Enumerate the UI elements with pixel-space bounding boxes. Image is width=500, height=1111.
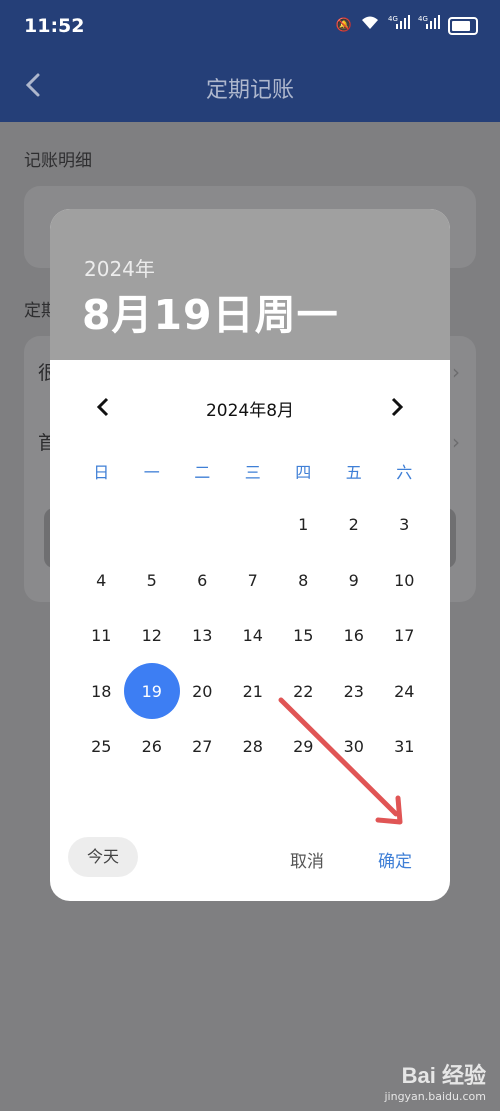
calendar-day[interactable]: 16 (329, 608, 380, 664)
section-label-details: 记账明细 (24, 151, 92, 171)
watermark: Bai 经验 jingyan.baidu.com (384, 1058, 486, 1103)
calendar-day[interactable]: 25 (76, 719, 127, 775)
calendar-day[interactable]: 27 (177, 719, 228, 775)
page-title: 定期记账 (205, 78, 294, 103)
weekday-label: 四 (295, 463, 312, 482)
calendar-day-label: 7 (247, 570, 258, 590)
calendar-day[interactable]: 11 (76, 608, 127, 664)
calendar-day[interactable]: 3 (379, 497, 430, 553)
calendar-day[interactable]: 1 (278, 497, 329, 553)
status-time: 11:52 (24, 15, 85, 37)
weekday-label: 五 (345, 463, 362, 482)
status-bar: 11:52 🔕 4G 4G (0, 0, 500, 52)
calendar-day-label: 2 (348, 515, 359, 534)
status-icons: 🔕 4G 4G (336, 14, 478, 37)
calendar-day-label: 17 (394, 626, 415, 645)
calendar-day-label: 10 (394, 570, 415, 590)
dialog-header: 2024年 8月19日周一 (50, 209, 450, 360)
weekday-label: 二 (194, 463, 211, 482)
calendar-day-label: 26 (141, 737, 162, 756)
calendar-day[interactable]: 15 (278, 608, 329, 664)
next-month-icon[interactable] (382, 390, 412, 426)
calendar-day[interactable]: 13 (177, 608, 228, 664)
calendar-day-label: 4 (96, 570, 107, 590)
weekday-label: 三 (244, 463, 261, 482)
calendar-day[interactable]: 17 (379, 608, 430, 664)
date-picker-dialog: 2024年 8月19日周一 2024年8月 日 一 二 三 四 五 六 1234… (50, 209, 450, 901)
calendar-day-label: 29 (293, 737, 314, 756)
calendar-day-label: 6 (197, 570, 208, 590)
calendar-day-label: 30 (343, 737, 364, 756)
calendar-day[interactable]: 5 (127, 553, 178, 609)
calendar-day-selected[interactable]: 19 (123, 663, 180, 720)
weekday-header: 日 一 二 三 四 五 六 (76, 459, 450, 483)
cancel-button[interactable]: 取消 (290, 847, 324, 872)
calendar-day[interactable]: 7 (228, 553, 279, 609)
calendar-day-label: 3 (399, 515, 410, 534)
calendar-day[interactable]: 6 (177, 553, 228, 609)
calendar-day[interactable]: 30 (329, 719, 380, 775)
calendar-day-label: 8 (298, 570, 309, 590)
weekday-label: 一 (143, 463, 160, 482)
signal-icon-1: 4G (388, 14, 410, 37)
chevron-right-icon: › (452, 360, 460, 384)
calendar-day-label: 25 (91, 737, 112, 756)
chevron-right-icon: › (452, 430, 460, 454)
signal-icon-2: 4G (418, 14, 440, 37)
mute-icon: 🔕 (335, 17, 352, 33)
calendar-day-label: 18 (91, 681, 112, 701)
calendar-day[interactable]: 29 (278, 719, 329, 775)
calendar-day-label: 1 (298, 515, 309, 534)
calendar-day-label: 21 (242, 681, 263, 701)
calendar-day-label: 14 (242, 626, 263, 645)
calendar-day-label: 20 (192, 681, 213, 701)
calendar-day[interactable]: 22 (278, 664, 329, 720)
weekday-label: 日 (93, 463, 110, 482)
calendar-day-label: 19 (141, 681, 162, 701)
calendar-day[interactable]: 20 (177, 664, 228, 720)
calendar-day[interactable]: 18 (76, 664, 127, 720)
weekday-label: 六 (396, 463, 413, 482)
calendar-day-label: 22 (293, 681, 314, 701)
header-selected-date: 8月19日周一 (82, 291, 339, 339)
calendar-day[interactable]: 12 (127, 608, 178, 664)
calendar-day-label: 9 (348, 570, 359, 590)
calendar-day[interactable]: 23 (329, 664, 380, 720)
month-navigation: 2024年8月 (50, 390, 450, 426)
calendar-day-label: 16 (343, 626, 364, 645)
svg-text:4G: 4G (418, 15, 428, 23)
calendar-day[interactable]: 24 (379, 664, 430, 720)
confirm-button[interactable]: 确定 (378, 847, 412, 872)
calendar-day-label: 24 (394, 681, 415, 701)
calendar-day[interactable]: 14 (228, 608, 279, 664)
calendar-day-label: 31 (394, 737, 415, 756)
calendar-day[interactable]: 26 (127, 719, 178, 775)
watermark-logo: Bai 经验 (401, 1063, 486, 1088)
battery-icon (448, 16, 478, 35)
calendar-day[interactable]: 10 (379, 553, 430, 609)
svg-text:4G: 4G (388, 15, 398, 23)
today-button[interactable]: 今天 (68, 837, 138, 877)
calendar-day-label: 28 (242, 737, 263, 756)
calendar-day[interactable]: 28 (228, 719, 279, 775)
calendar-day[interactable]: 9 (329, 553, 380, 609)
nav-bar: 定期记账 (0, 52, 500, 122)
calendar-day-label: 15 (293, 626, 314, 645)
calendar-day[interactable]: 4 (76, 553, 127, 609)
wifi-icon (360, 14, 380, 37)
watermark-url: jingyan.baidu.com (384, 1090, 486, 1103)
calendar-day-label: 23 (343, 681, 364, 701)
calendar-days-grid: 1 2 3 4 5 6 7 8 9 10 11 12 13 14 15 16 17 18 19 20 21 22 23 24 2… (76, 497, 450, 775)
calendar-day-label: 13 (192, 626, 213, 645)
calendar-day[interactable]: 31 (379, 719, 430, 775)
calendar-day[interactable]: 2 (329, 497, 380, 553)
calendar-day-label: 11 (91, 626, 112, 645)
calendar-day[interactable]: 8 (278, 553, 329, 609)
calendar-day-label: 5 (146, 570, 157, 590)
calendar-day[interactable]: 21 (228, 664, 279, 720)
calendar-day-label: 27 (192, 737, 213, 756)
calendar-day-label: 12 (141, 626, 162, 645)
header-year[interactable]: 2024年 (84, 253, 155, 282)
